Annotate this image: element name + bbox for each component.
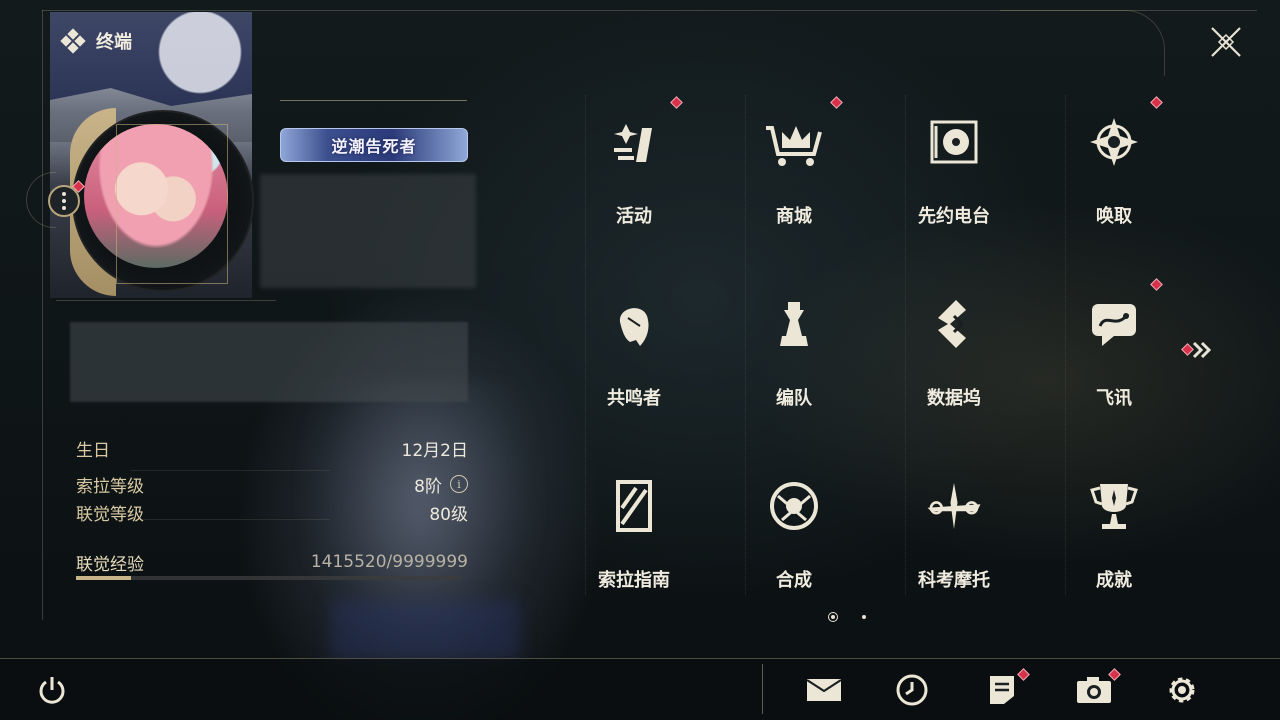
power-icon bbox=[39, 677, 65, 704]
stat-label: 生日 bbox=[76, 440, 110, 461]
player-name-blurred bbox=[260, 174, 476, 288]
close-icon bbox=[1211, 27, 1241, 57]
menu-item[interactable]: 编队 bbox=[714, 274, 874, 456]
exp-progress-bar bbox=[76, 576, 461, 580]
menu-item-label: 商城 bbox=[776, 206, 812, 227]
trophy-icon bbox=[1084, 476, 1144, 536]
notification-badge bbox=[1150, 96, 1163, 109]
shop-crown-cart-icon bbox=[764, 112, 824, 172]
activity-icon bbox=[604, 112, 664, 172]
stat-value: 80级 bbox=[429, 504, 468, 525]
mail-button[interactable] bbox=[804, 672, 844, 708]
terminal-title: 终端 bbox=[96, 32, 132, 53]
radio-vinyl-icon bbox=[924, 112, 984, 172]
menu-item[interactable]: 科考摩托 bbox=[874, 456, 1034, 638]
history-button[interactable] bbox=[894, 672, 930, 708]
profile-divider bbox=[56, 300, 276, 301]
terminal-header: 终端 bbox=[60, 28, 132, 54]
menu-item-label: 编队 bbox=[776, 388, 812, 409]
camera-button[interactable] bbox=[1074, 672, 1114, 708]
settings-button[interactable] bbox=[1164, 672, 1200, 708]
menu-item-label: 唤取 bbox=[1096, 206, 1132, 227]
stat-value: 12月2日 bbox=[401, 440, 468, 461]
notification-badge bbox=[1150, 278, 1163, 291]
menu-item-label: 共鸣者 bbox=[607, 388, 661, 409]
title-badge[interactable]: 逆潮告死者 bbox=[280, 128, 468, 162]
stat-birthday: 生日 12月2日 bbox=[76, 436, 468, 461]
menu-item[interactable]: 唤取 bbox=[1034, 92, 1194, 274]
convene-star-icon bbox=[1084, 112, 1144, 172]
menu-item[interactable]: 数据坞 bbox=[874, 274, 1034, 456]
mail-icon bbox=[806, 679, 842, 701]
menu-item-label: 科考摩托 bbox=[918, 570, 990, 591]
menu-item-label: 数据坞 bbox=[927, 388, 981, 409]
menu-item-label: 索拉指南 bbox=[598, 570, 670, 591]
menu-item[interactable]: 成就 bbox=[1034, 456, 1194, 638]
notes-icon bbox=[990, 676, 1014, 704]
exp-progress-fill bbox=[76, 576, 131, 580]
menu-item-label: 成就 bbox=[1096, 570, 1132, 591]
motorbike-icon bbox=[924, 476, 984, 536]
synthesis-circle-icon bbox=[764, 476, 824, 536]
stat-value: 8阶 bbox=[414, 476, 442, 497]
menu-item-label: 先约电台 bbox=[918, 206, 990, 227]
player-signature-blurred bbox=[70, 322, 468, 402]
avatar-frame bbox=[116, 124, 228, 284]
menu-item-label: 活动 bbox=[616, 206, 652, 227]
menu-item-label: 飞讯 bbox=[1096, 388, 1132, 409]
page-dot[interactable] bbox=[862, 615, 866, 619]
resonator-head-icon bbox=[604, 294, 664, 354]
notification-badge bbox=[670, 96, 683, 109]
stat-union-level: 联觉等级 80级 bbox=[76, 500, 468, 525]
data-dock-icon bbox=[924, 294, 984, 354]
menu-item[interactable]: 活动 bbox=[554, 92, 714, 274]
notification-badge bbox=[830, 96, 843, 109]
page-dot-active[interactable] bbox=[828, 612, 838, 622]
stat-value: 1415520/9999999 bbox=[310, 552, 468, 572]
clock-icon bbox=[896, 674, 928, 706]
menu-item[interactable]: 商城 bbox=[714, 92, 874, 274]
close-button[interactable] bbox=[1206, 22, 1246, 62]
stat-sol-rank: 索拉等级 8阶 i bbox=[76, 472, 468, 497]
stat-union-exp: 联觉经验 1415520/9999999 bbox=[76, 550, 468, 575]
power-button[interactable] bbox=[34, 672, 70, 708]
page-indicator bbox=[828, 612, 866, 622]
title-badge-line bbox=[280, 100, 467, 101]
bottom-bar-divider bbox=[762, 664, 763, 714]
stat-label: 联觉等级 bbox=[76, 504, 144, 525]
settings-gear-icon bbox=[1169, 677, 1195, 703]
stat-label: 索拉等级 bbox=[76, 476, 144, 497]
frame-corner bbox=[1000, 10, 1165, 76]
next-page-button[interactable] bbox=[1180, 340, 1216, 360]
menu-item[interactable]: 飞讯 bbox=[1034, 274, 1194, 456]
menu-item[interactable]: 先约电台 bbox=[874, 92, 1034, 274]
terminal-diamond-icon bbox=[60, 28, 86, 54]
title-badge-text: 逆潮告死者 bbox=[331, 137, 417, 156]
info-icon[interactable]: i bbox=[450, 475, 468, 493]
menu-item[interactable]: 索拉指南 bbox=[554, 456, 714, 638]
menu-item[interactable]: 共鸣者 bbox=[554, 274, 714, 456]
stat-label: 联觉经验 bbox=[76, 554, 144, 575]
background-character-legs bbox=[330, 600, 520, 660]
notes-button[interactable] bbox=[984, 672, 1020, 708]
team-chess-icon bbox=[764, 294, 824, 354]
menu-item-label: 合成 bbox=[776, 570, 812, 591]
profile-more-button[interactable] bbox=[48, 185, 80, 217]
camera-icon bbox=[1077, 677, 1111, 703]
guide-book-icon bbox=[604, 476, 664, 536]
menu-item[interactable]: 合成 bbox=[714, 456, 874, 638]
frame-line-left bbox=[42, 10, 43, 620]
double-chevron-right-icon bbox=[1192, 341, 1212, 359]
chat-bubble-icon bbox=[1084, 294, 1144, 354]
